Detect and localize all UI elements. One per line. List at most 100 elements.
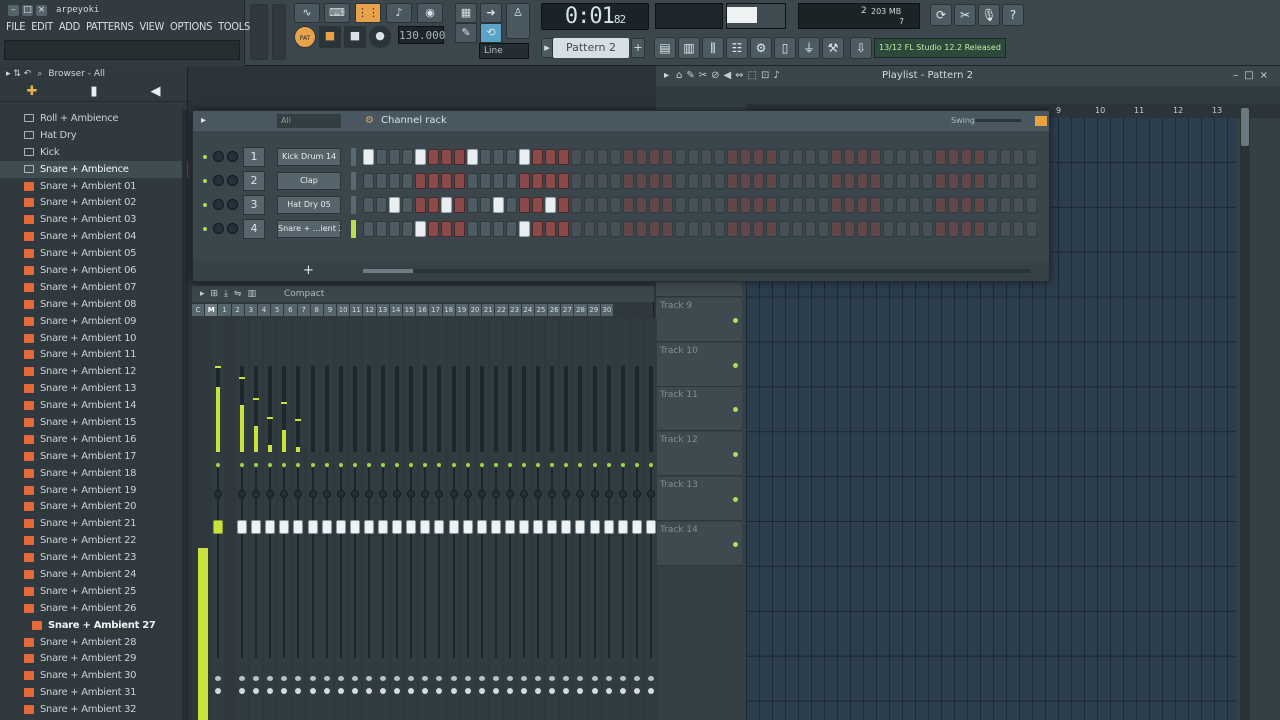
mixer-header-cell[interactable]: 3 <box>244 304 258 316</box>
plugin-picker-icon[interactable]: ⚙ <box>750 37 772 59</box>
step-button[interactable] <box>480 149 491 165</box>
step-button[interactable] <box>766 149 777 165</box>
mixer-header-cell[interactable]: 22 <box>495 304 509 316</box>
stereo-sep-knob[interactable] <box>478 676 485 681</box>
pan-knob[interactable] <box>238 490 246 498</box>
volume-fader[interactable] <box>335 520 346 534</box>
step-button[interactable] <box>675 197 686 213</box>
step-button[interactable] <box>766 197 777 213</box>
step-button[interactable] <box>467 173 478 189</box>
mixer-enable-led[interactable] <box>240 463 244 467</box>
route-knob[interactable] <box>422 688 429 694</box>
mixer-strip[interactable] <box>348 318 361 720</box>
swing-slider[interactable] <box>975 119 1021 122</box>
pencil-icon[interactable]: ✎ <box>455 23 477 43</box>
step-button[interactable] <box>857 173 868 189</box>
mixer-enable-led[interactable] <box>437 463 442 467</box>
stereo-sep-knob[interactable] <box>647 676 654 681</box>
stereo-sep-knob[interactable] <box>492 676 499 681</box>
browser-file[interactable]: Snare + Ambient 06 <box>0 262 188 279</box>
step-button[interactable] <box>987 221 998 237</box>
pan-knob[interactable] <box>520 490 528 498</box>
stereo-sep-knob[interactable] <box>436 676 443 681</box>
news-ticker[interactable]: 13/12 FL Studio 12.2 Released <box>874 38 1006 58</box>
stereo-sep-knob[interactable] <box>295 676 302 681</box>
mixer-strip[interactable] <box>475 318 488 720</box>
channel-select-indicator[interactable] <box>351 220 356 238</box>
stereo-sep-knob[interactable] <box>380 676 386 681</box>
browser-file[interactable]: Snare + Ambient 15 <box>0 414 188 431</box>
step-button[interactable] <box>987 149 998 165</box>
mixer-header-cell[interactable]: 29 <box>587 304 601 316</box>
master-pitch-slider[interactable] <box>272 4 286 60</box>
microphone-icon[interactable]: 🎙 <box>978 4 1000 26</box>
mixer-header-cell[interactable]: 25 <box>534 304 549 316</box>
mixer-strip[interactable] <box>250 318 263 720</box>
channel-led[interactable] <box>203 179 207 183</box>
pan-knob[interactable] <box>477 490 486 498</box>
file-icon[interactable]: ▮ <box>90 84 97 99</box>
pan-knob[interactable] <box>421 490 430 498</box>
loop-icon[interactable]: ⟲ <box>480 23 502 43</box>
mixer-strip[interactable] <box>560 318 573 720</box>
stereo-sep-knob[interactable] <box>549 676 556 681</box>
step-button[interactable] <box>857 197 868 213</box>
step-button[interactable] <box>909 221 920 237</box>
browser-file[interactable]: Snare + Ambient 04 <box>0 228 188 245</box>
route-knob[interactable] <box>535 688 542 694</box>
step-button[interactable] <box>935 221 946 237</box>
pan-knob[interactable] <box>364 490 373 498</box>
step-button[interactable] <box>1000 221 1011 237</box>
step-button[interactable] <box>597 149 608 165</box>
mixer-enable-led[interactable] <box>310 463 315 467</box>
volume-fader[interactable] <box>293 520 304 534</box>
step-button[interactable] <box>636 221 647 237</box>
step-button[interactable] <box>948 197 959 213</box>
volume-fader[interactable] <box>213 520 223 534</box>
mixer-strip[interactable] <box>588 318 601 720</box>
volume-fader[interactable] <box>519 520 529 534</box>
step-button[interactable] <box>571 197 582 213</box>
step-button[interactable] <box>532 173 543 189</box>
step-button[interactable] <box>441 173 452 189</box>
step-button[interactable] <box>415 197 426 213</box>
mixer-header-cell[interactable]: 16 <box>416 304 430 316</box>
route-knob[interactable] <box>549 688 556 694</box>
volume-fader[interactable] <box>448 520 459 534</box>
step-button[interactable] <box>870 197 881 213</box>
step-button[interactable] <box>974 197 985 213</box>
stereo-sep-knob[interactable] <box>239 676 245 681</box>
step-button[interactable] <box>922 197 933 213</box>
mixer-header-cell[interactable]: 6 <box>284 304 298 316</box>
volume-fader[interactable] <box>406 520 417 534</box>
step-button[interactable] <box>545 149 556 165</box>
mixer-header-cell[interactable]: 28 <box>574 304 588 316</box>
step-button[interactable] <box>909 197 920 213</box>
step-button[interactable] <box>441 221 452 237</box>
mixer-header-cell[interactable]: 17 <box>429 304 443 316</box>
step-button[interactable] <box>389 221 400 237</box>
stereo-sep-knob[interactable] <box>521 676 527 681</box>
step-button[interactable] <box>688 197 699 213</box>
browser-file[interactable]: Snare + Ambient 25 <box>0 583 188 600</box>
mixer-header-cell[interactable]: 4 <box>257 304 272 316</box>
menu-options[interactable]: OPTIONS <box>170 20 212 33</box>
mixer-header-cell[interactable]: 1 <box>218 304 232 316</box>
stereo-sep-knob[interactable] <box>605 676 612 681</box>
rack-graph-icon[interactable] <box>1035 116 1047 126</box>
step-button[interactable] <box>662 221 673 237</box>
channel-mixer-track[interactable]: 4 <box>243 219 265 239</box>
step-button[interactable] <box>857 221 868 237</box>
minimize-icon[interactable]: – <box>8 4 19 16</box>
stereo-sep-knob[interactable] <box>323 676 330 681</box>
channel-pan-knob[interactable] <box>213 199 224 210</box>
route-knob[interactable] <box>619 688 626 694</box>
step-button[interactable] <box>857 149 868 165</box>
step-button[interactable] <box>415 173 426 189</box>
step-button[interactable] <box>766 221 777 237</box>
channel-name-button[interactable]: Hat Dry 05 <box>277 196 341 214</box>
step-button[interactable] <box>844 197 855 213</box>
browser-file[interactable]: Snare + Ambient 07 <box>0 279 188 296</box>
step-button[interactable] <box>584 173 595 189</box>
step-button[interactable] <box>688 173 699 189</box>
